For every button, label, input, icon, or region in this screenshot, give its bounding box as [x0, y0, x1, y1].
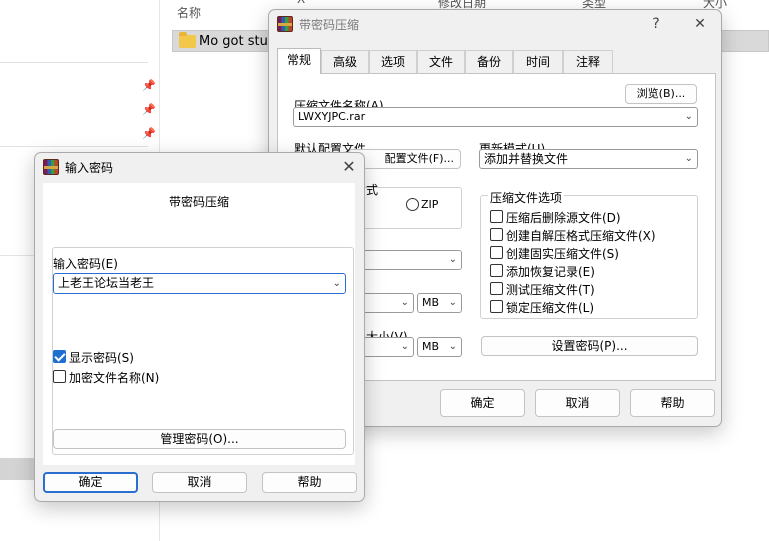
- zip-label: ZIP: [421, 198, 439, 211]
- recovery-record-label[interactable]: 添加恢复记录(E): [506, 263, 595, 280]
- manage-passwords-button[interactable]: 管理密码(O)...: [53, 429, 346, 449]
- window-title: 输入密码: [65, 161, 114, 175]
- chevron-down-icon[interactable]: ⌄: [685, 150, 693, 168]
- dialog-heading: 带密码压缩: [168, 195, 229, 209]
- window-title: 带密码压缩: [299, 18, 360, 32]
- help-icon[interactable]: ?: [645, 14, 667, 34]
- file-name: Mo got stud: [199, 34, 277, 49]
- unit-label: MB: [422, 296, 440, 309]
- chevron-down-icon[interactable]: ⌄: [401, 294, 409, 312]
- winrar-icon: [277, 16, 293, 32]
- help-button[interactable]: 帮助: [630, 389, 715, 417]
- encrypt-filenames-checkbox[interactable]: [53, 370, 66, 383]
- test-archive-label[interactable]: 测试压缩文件(T): [506, 281, 595, 298]
- update-mode-select[interactable]: 添加并替换文件 ⌄: [479, 149, 698, 169]
- tab-comment[interactable]: 注释: [563, 50, 613, 74]
- divider: [0, 146, 148, 147]
- ok-button[interactable]: 确定: [440, 389, 525, 417]
- lock-archive-checkbox[interactable]: [490, 300, 503, 313]
- tab-backup[interactable]: 备份: [465, 50, 513, 74]
- show-password-label[interactable]: 显示密码(S): [69, 349, 134, 366]
- archive-format-label: 式: [366, 183, 379, 197]
- tab-options[interactable]: 选项: [369, 50, 417, 74]
- cancel-button[interactable]: 取消: [535, 389, 620, 417]
- password-label: 输入密码(E): [53, 257, 118, 271]
- encrypt-filenames-label[interactable]: 加密文件名称(N): [69, 369, 159, 386]
- password-dialog: 输入密码 ✕ 带密码压缩 输入密码(E) 上老王论坛当老王 ⌄ 显示密码(S) …: [34, 152, 365, 502]
- title-bar: 输入密码 ✕: [35, 153, 364, 181]
- tab-files[interactable]: 文件: [417, 50, 465, 74]
- password-panel: 带密码压缩 输入密码(E) 上老王论坛当老王 ⌄ 显示密码(S) 加密文件名称(…: [43, 183, 355, 465]
- solid-checkbox[interactable]: [490, 246, 503, 259]
- delete-after-label[interactable]: 压缩后删除源文件(D): [506, 209, 621, 226]
- pin-icon[interactable]: 📌: [142, 104, 156, 116]
- ok-button[interactable]: 确定: [43, 472, 138, 493]
- password-input[interactable]: 上老王论坛当老王 ⌄: [53, 273, 346, 294]
- chevron-down-icon[interactable]: ⌄: [449, 251, 457, 269]
- close-icon[interactable]: ✕: [689, 14, 711, 34]
- tab-advanced[interactable]: 高级: [321, 50, 369, 74]
- pin-icon[interactable]: 📌: [142, 80, 156, 92]
- unit-label: MB: [422, 340, 440, 353]
- column-header-partial: X: [297, 0, 305, 6]
- solid-label[interactable]: 创建固实压缩文件(S): [506, 245, 619, 262]
- update-mode-value: 添加并替换文件: [484, 152, 569, 166]
- column-header-name[interactable]: 名称: [177, 4, 201, 21]
- winrar-icon: [43, 159, 59, 175]
- set-password-button[interactable]: 设置密码(P)...: [481, 336, 698, 356]
- tab-time[interactable]: 时间: [513, 50, 563, 74]
- chevron-down-icon[interactable]: ⌄: [449, 338, 457, 356]
- sfx-label[interactable]: 创建自解压格式压缩文件(X): [506, 227, 656, 244]
- zip-radio[interactable]: [406, 198, 419, 211]
- divider: [0, 62, 148, 63]
- close-icon[interactable]: ✕: [338, 157, 360, 177]
- sfx-checkbox[interactable]: [490, 228, 503, 241]
- pin-icon[interactable]: 📌: [142, 128, 156, 140]
- dictionary-unit-select[interactable]: MB ⌄: [417, 337, 462, 357]
- archive-options-label: 压缩文件选项: [488, 189, 565, 206]
- test-archive-checkbox[interactable]: [490, 282, 503, 295]
- chevron-down-icon[interactable]: ⌄: [401, 338, 409, 356]
- password-value: 上老王论坛当老王: [58, 276, 155, 290]
- tab-general[interactable]: 常规: [277, 48, 321, 74]
- show-password-checkbox[interactable]: [53, 350, 66, 363]
- browse-button[interactable]: 浏览(B)...: [625, 84, 697, 104]
- selected-nav-item[interactable]: [0, 458, 36, 480]
- split-unit-select[interactable]: MB ⌄: [417, 293, 462, 313]
- delete-after-checkbox[interactable]: [490, 210, 503, 223]
- lock-archive-label[interactable]: 锁定压缩文件(L): [506, 299, 594, 316]
- help-button[interactable]: 帮助: [262, 472, 357, 493]
- recovery-record-checkbox[interactable]: [490, 264, 503, 277]
- folder-icon: [179, 32, 196, 48]
- chevron-down-icon[interactable]: ⌄: [685, 108, 693, 126]
- chevron-down-icon[interactable]: ⌄: [333, 274, 341, 293]
- archive-name-field[interactable]: LWXYJPC.rar ⌄: [293, 107, 698, 127]
- chevron-down-icon[interactable]: ⌄: [449, 294, 457, 312]
- archive-name-value: LWXYJPC.rar: [298, 110, 366, 123]
- cancel-button[interactable]: 取消: [152, 472, 247, 493]
- title-bar: 带密码压缩 ? ✕: [269, 10, 721, 38]
